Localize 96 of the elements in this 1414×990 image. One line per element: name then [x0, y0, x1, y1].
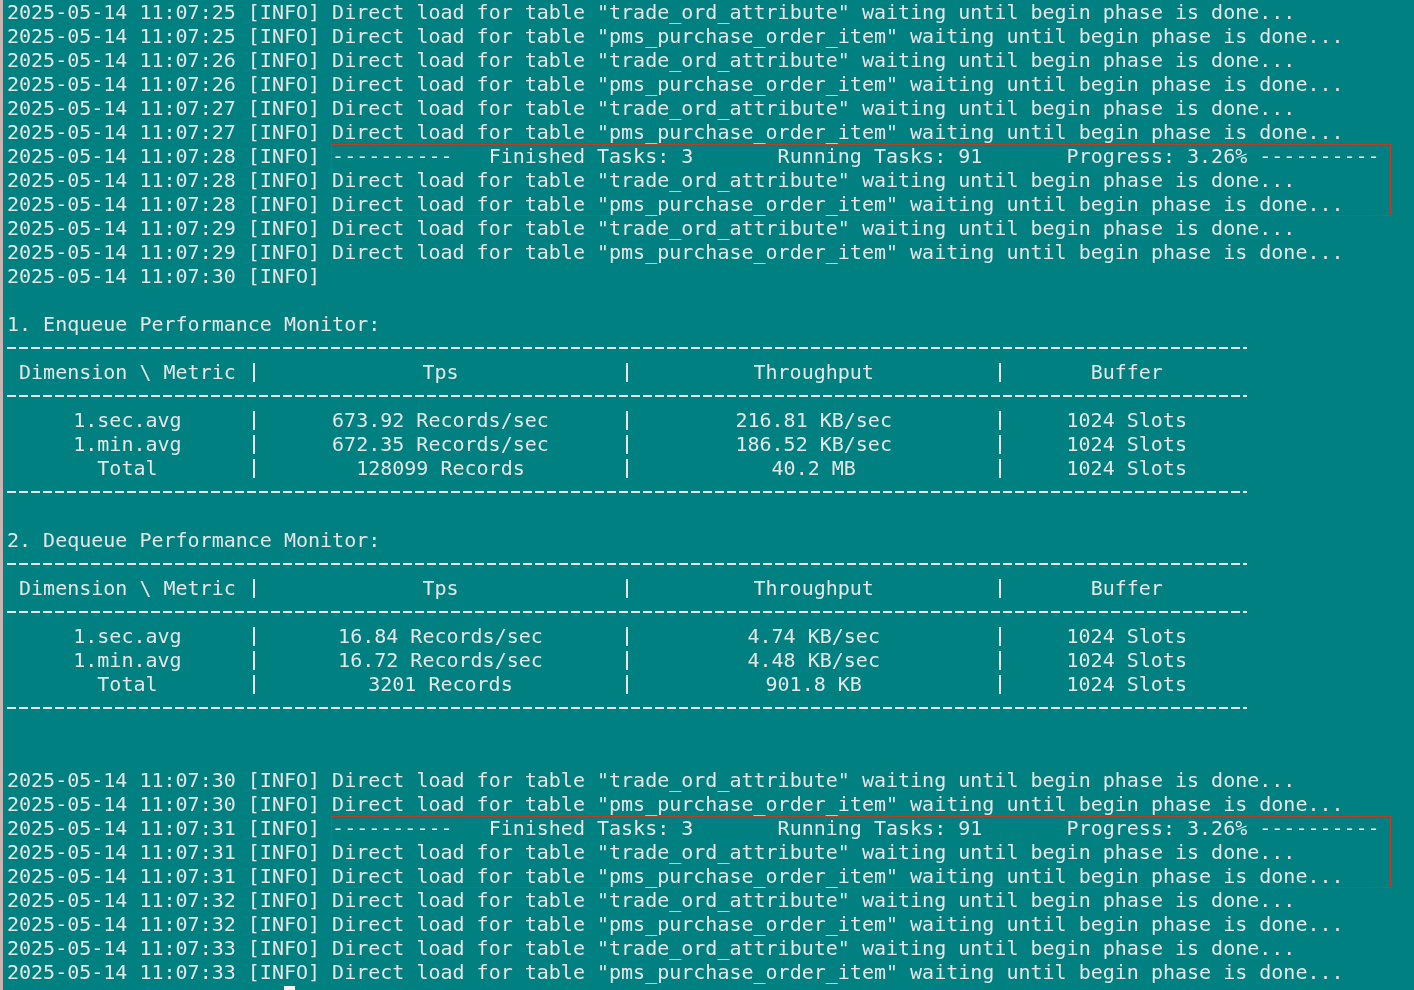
log-level: [INFO] — [247, 72, 322, 96]
table-cell-text: 4.74 KB/sec — [746, 624, 881, 648]
log-timestamp: 2025-05-14 11:07:28 — [7, 144, 237, 168]
table-cell-text: Total — [96, 672, 159, 696]
log-level: [INFO] — [247, 864, 322, 888]
log-timestamp: 2025-05-14 11:07:25 — [7, 24, 237, 48]
log-level: [INFO] — [247, 240, 322, 264]
log-message: Direct load for table "trade_ord_attribute" waiting until begin phase is done... — [332, 888, 1296, 912]
table-cell-text: 901.8 KB — [764, 672, 863, 696]
log-timestamp: 2025-05-14 11:07:29 — [7, 216, 237, 240]
log-level: [INFO] — [247, 912, 322, 936]
log-message: Direct load for table "trade_ord_attribute" waiting until begin phase is done... — [332, 0, 1296, 24]
log-level: [INFO] — [247, 768, 322, 792]
log-level: [INFO] — [247, 144, 322, 168]
section-title: 2. Dequeue Performance Monitor: — [7, 528, 381, 552]
log-level: [INFO] — [247, 888, 322, 912]
log-timestamp: 2025-05-14 11:07:27 — [7, 120, 237, 144]
log-timestamp: 2025-05-14 11:07:26 — [7, 48, 237, 72]
column-header: Tps — [421, 360, 460, 384]
log-level: [INFO] — [247, 264, 322, 288]
log-message: ---------- Finished Tasks: 3 Running Tasks: 91 Progress: 3.26% ---------- — [332, 817, 1380, 840]
log-message: Direct load for table "pms_purchase_order_item" waiting until begin phase is done... — [332, 24, 1344, 48]
log-message: Direct load for table "trade_ord_attribute" waiting until begin phase is done... — [332, 168, 1296, 192]
log-timestamp: 2025-05-14 11:07:25 — [7, 0, 237, 24]
table-cell-text: 186.52 KB/sec — [734, 432, 893, 456]
table-cell-text: 1024 Slots — [1065, 648, 1188, 672]
log-timestamp: 2025-05-14 11:07:32 — [7, 912, 237, 936]
table-cell-text: Total — [96, 456, 159, 480]
log-timestamp: 2025-05-14 11:07:33 — [7, 936, 237, 960]
log-level: [INFO] — [247, 0, 322, 24]
log-timestamp: 2025-05-14 11:07:26 — [7, 72, 237, 96]
log-message: Direct load for table "trade_ord_attribute" waiting until begin phase is done... — [332, 768, 1296, 792]
column-header: Tps — [421, 576, 460, 600]
table-cell-text: 216.81 KB/sec — [734, 408, 893, 432]
column-header: Dimension \ Metric — [18, 360, 237, 384]
log-message: Direct load for table "pms_purchase_order_item" waiting until begin phase is done... — [332, 240, 1344, 264]
log-timestamp: 2025-05-14 11:07:30 — [7, 264, 237, 288]
log-level: [INFO] — [247, 24, 322, 48]
log-message: Direct load for table "pms_purchase_order_item" waiting until begin phase is done... — [332, 912, 1344, 936]
log-timestamp: 2025-05-14 11:07:31 — [7, 816, 237, 840]
log-level: [INFO] — [247, 816, 322, 840]
log-timestamp: 2025-05-14 11:07:28 — [7, 168, 237, 192]
log-message: ---------- Finished Tasks: 3 Running Tasks: 91 Progress: 3.26% ---------- — [332, 145, 1380, 168]
log-message: Direct load for table "pms_purchase_order_item" waiting until begin phase is done... — [332, 192, 1344, 215]
log-level: [INFO] — [247, 48, 322, 72]
log-timestamp: 2025-05-14 11:07:31 — [7, 840, 237, 864]
log-level: [INFO] — [247, 936, 322, 960]
table-cell-text: 16.84 Records/sec — [337, 624, 544, 648]
column-header: Throughput — [752, 576, 875, 600]
log-timestamp: 2025-05-14 11:07:30 — [7, 768, 237, 792]
log-message: Direct load for table "trade_ord_attribute" waiting until begin phase is done... — [332, 840, 1296, 864]
table-cell-text: 1024 Slots — [1065, 624, 1188, 648]
log-message: Direct load for table "trade_ord_attribute" waiting until begin phase is done... — [332, 96, 1296, 120]
table-cell-text: 673.92 Records/sec — [331, 408, 550, 432]
log-level: [INFO] — [247, 120, 322, 144]
log-timestamp: 2025-05-14 11:07:28 — [7, 192, 237, 216]
table-cell-text: 16.72 Records/sec — [337, 648, 544, 672]
table-cell-text: 3201 Records — [367, 672, 514, 696]
table-cell-text: 1.sec.avg — [72, 408, 183, 432]
log-level: [INFO] — [247, 792, 322, 816]
column-header: Buffer — [1089, 360, 1164, 384]
log-message: Direct load for table "trade_ord_attribute" waiting until begin phase is done... — [332, 216, 1296, 240]
log-message: Direct load for table "pms_purchase_order_item" waiting until begin phase is done... — [332, 792, 1344, 816]
log-message: Direct load for table "pms_purchase_order_item" waiting until begin phase is done... — [332, 120, 1344, 144]
log-level: [INFO] — [247, 960, 322, 984]
log-level: [INFO] — [247, 96, 322, 120]
log-level: [INFO] — [247, 216, 322, 240]
table-cell-text: 1024 Slots — [1065, 672, 1188, 696]
log-message: Direct load for table "pms_purchase_order_item" waiting until begin phase is done... — [332, 960, 1344, 984]
table-cell-text: 1.min.avg — [72, 432, 183, 456]
log-timestamp: 2025-05-14 11:07:30 — [7, 792, 237, 816]
column-header: Dimension \ Metric — [18, 576, 237, 600]
table-cell-text: 40.2 MB — [770, 456, 857, 480]
table-cell-text: 1.sec.avg — [72, 624, 183, 648]
log-timestamp: 2025-05-14 11:07:27 — [7, 96, 237, 120]
table-cell-text: 1024 Slots — [1065, 408, 1188, 432]
log-message: Direct load for table "pms_purchase_order_item" waiting until begin phase is done... — [332, 72, 1344, 96]
log-level: [INFO] — [247, 168, 322, 192]
log-timestamp: 2025-05-14 11:07:32 — [7, 888, 237, 912]
log-level: [INFO] — [247, 192, 322, 216]
table-cell-text: 4.48 KB/sec — [746, 648, 881, 672]
table-cell-text: 1024 Slots — [1065, 456, 1188, 480]
table-cell-text: 1.min.avg — [72, 648, 183, 672]
table-cell-text: 128099 Records — [355, 456, 526, 480]
column-header: Buffer — [1089, 576, 1164, 600]
section-title: 1. Enqueue Performance Monitor: — [7, 312, 381, 336]
log-timestamp: 2025-05-14 11:07:31 — [7, 864, 237, 888]
table-cell-text: 1024 Slots — [1065, 432, 1188, 456]
column-header: Throughput — [752, 360, 875, 384]
log-message: Direct load for table "pms_purchase_order_item" waiting until begin phase is done... — [332, 864, 1344, 887]
log-message: Direct load for table "trade_ord_attribute" waiting until begin phase is done... — [332, 48, 1296, 72]
log-timestamp: 2025-05-14 11:07:33 — [7, 960, 237, 984]
log-level: [INFO] — [247, 840, 322, 864]
log-timestamp: 2025-05-14 11:07:29 — [7, 240, 237, 264]
log-message: Direct load for table "trade_ord_attribute" waiting until begin phase is done... — [332, 936, 1296, 960]
table-cell-text: 672.35 Records/sec — [331, 432, 550, 456]
